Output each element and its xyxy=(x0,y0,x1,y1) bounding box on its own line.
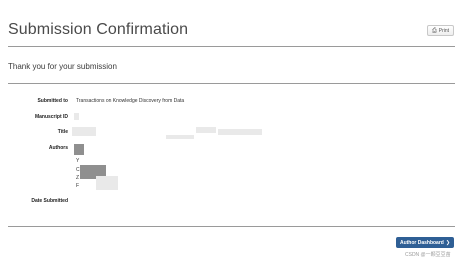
print-button[interactable]: ⎙ Print xyxy=(427,25,454,36)
page-title: Submission Confirmation xyxy=(8,21,189,38)
authors-label: Authors xyxy=(48,145,68,151)
title-label: Title xyxy=(57,129,68,135)
footer-divider xyxy=(8,226,455,227)
author-initial: Z xyxy=(76,175,80,181)
submitted-to-label: Submitted to xyxy=(37,98,68,104)
date-submitted-label: Date Submitted xyxy=(31,198,68,204)
author-dashboard-label: Author Dashboard xyxy=(399,239,444,246)
title-redacted xyxy=(166,135,194,139)
section-divider xyxy=(8,83,455,84)
confirmation-message: Thank you for your submission xyxy=(8,62,117,71)
author-redacted xyxy=(96,176,118,190)
title-redacted xyxy=(218,129,262,135)
submitted-to-value: Transactions on Knowledge Discovery from… xyxy=(76,98,185,104)
author-initial: F xyxy=(76,183,80,189)
header-divider xyxy=(8,46,455,47)
author-redacted xyxy=(74,144,84,155)
author-dashboard-button[interactable]: Author Dashboard ❯ xyxy=(396,237,454,248)
manuscript-id-label: Manuscript ID xyxy=(34,114,68,120)
title-redacted xyxy=(72,127,96,136)
chevron-right-icon: ❯ xyxy=(445,239,451,246)
author-initial: C xyxy=(76,167,80,173)
print-label: Print xyxy=(438,27,450,34)
author-initial: Y xyxy=(76,158,80,164)
watermark: CSDN @一颗豆豆苗 xyxy=(405,252,451,258)
title-redacted xyxy=(196,127,216,133)
submission-confirmation-page: Submission Confirmation ⎙ Print Thank yo… xyxy=(0,0,474,263)
manuscript-id-redacted xyxy=(74,113,79,120)
printer-icon: ⎙ xyxy=(431,27,437,34)
